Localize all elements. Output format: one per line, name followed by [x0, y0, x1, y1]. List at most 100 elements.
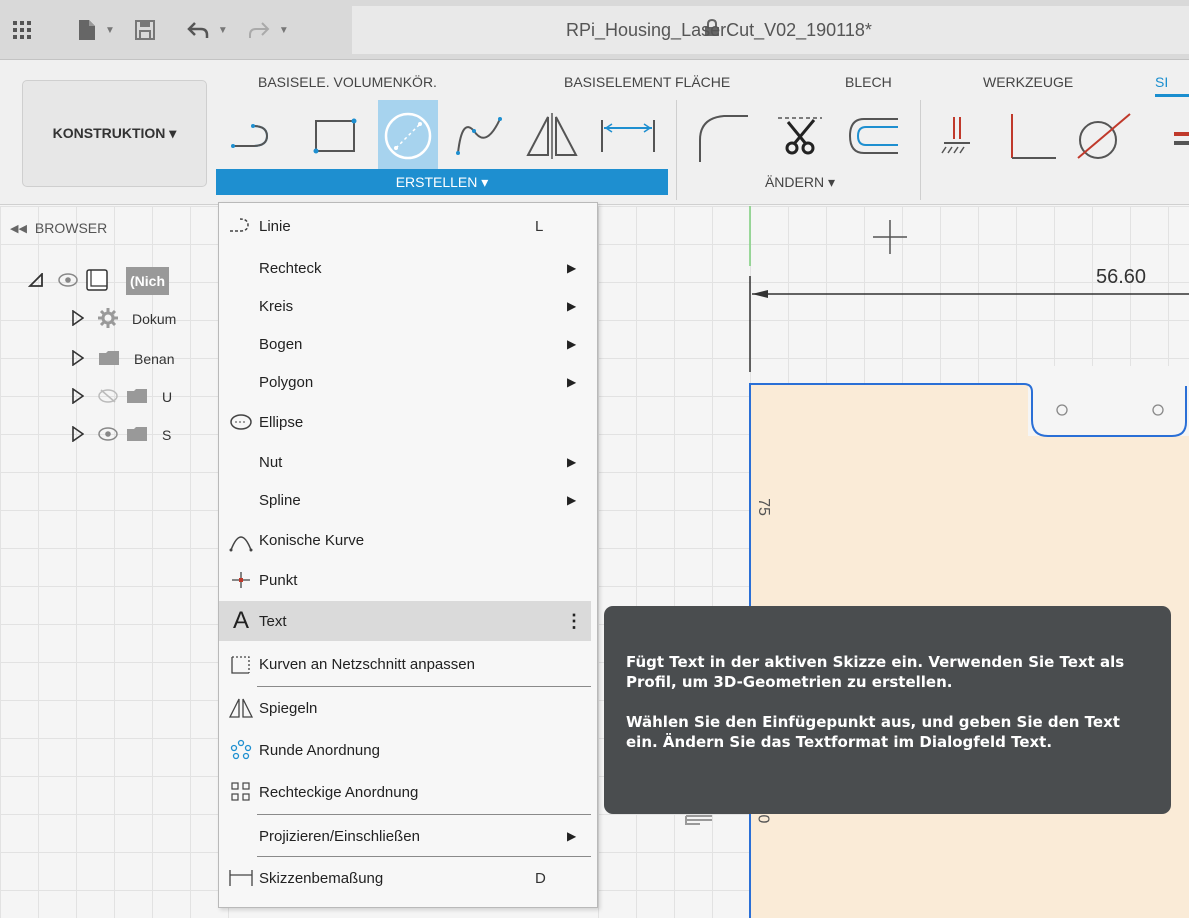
chevron-down-icon[interactable]: ▼: [105, 25, 115, 36]
undo-dropdown-icon[interactable]: ▼: [218, 25, 228, 36]
more-options-icon[interactable]: ⋮: [565, 611, 583, 632]
tab-sketch[interactable]: SI: [1155, 74, 1189, 97]
mirror-tool-icon[interactable]: [522, 100, 582, 172]
menu-separator: [257, 814, 591, 815]
submenu-arrow-icon: ▶: [567, 375, 577, 389]
menu-item-circular-pattern[interactable]: Runde Anordnung: [219, 731, 597, 769]
menu-item-conic-curve[interactable]: Konische Kurve: [219, 521, 597, 559]
mesh-fit-icon: [227, 649, 255, 679]
expand-triangle-icon[interactable]: [72, 386, 85, 407]
dimension-label-vertical[interactable]: 75: [754, 498, 772, 516]
menu-separator: [257, 686, 591, 687]
text-icon: A: [232, 607, 249, 634]
dimension-label-vertical-2[interactable]: 0: [753, 815, 771, 824]
title-bar: ▼ ▼ ▼ RPi_Housing_LaserCut_V02_190118*: [0, 0, 1189, 60]
offset-tool-icon[interactable]: [842, 100, 902, 172]
conic-curve-icon: [227, 525, 255, 555]
menu-item-rectangular-pattern[interactable]: Rechteckige Anordnung: [219, 773, 597, 811]
rectangle-tool-icon[interactable]: [306, 100, 366, 172]
collapse-icon[interactable]: ◀◀: [10, 222, 27, 235]
create-dropdown-menu: Linie L Rechteck ▶ Kreis ▶ Bogen ▶ Polyg…: [218, 202, 598, 908]
group-divider: [676, 100, 677, 200]
folder-icon: [98, 350, 120, 369]
point-icon: [227, 565, 255, 595]
modify-menu-button[interactable]: ÄNDERN ▾: [680, 169, 920, 195]
menu-item-rectangle[interactable]: Rechteck ▶: [219, 249, 597, 287]
menu-item-sketch-dimension[interactable]: Skizzenbemaßung D: [219, 859, 597, 897]
menu-item-fit-curves-to-mesh[interactable]: Kurven an Netzschnitt anpassen: [219, 645, 597, 683]
rectangular-pattern-icon: [227, 777, 255, 807]
browser-item-label: S: [162, 427, 172, 443]
menu-item-ellipse[interactable]: Ellipse: [219, 403, 597, 441]
circle-tool-icon[interactable]: [378, 100, 438, 172]
ribbon: BASISELE. VOLUMENKÖR. BASISELEMENT FLÄCH…: [0, 60, 1189, 205]
fillet-tool-icon[interactable]: [692, 100, 752, 172]
workspace-switcher-button[interactable]: KONSTRUKTION ▾: [22, 80, 207, 187]
create-menu-button[interactable]: ERSTELLEN ▾: [216, 169, 668, 195]
folder-icon: [126, 426, 148, 445]
spline-tool-icon[interactable]: [450, 100, 510, 172]
save-icon[interactable]: [134, 20, 155, 40]
quick-access-toolbar: ▼ ▼ ▼: [0, 6, 352, 54]
group-divider: [920, 100, 921, 200]
undo-icon[interactable]: [187, 20, 209, 40]
tab-surface[interactable]: BASISELEMENT FLÄCHE: [564, 74, 730, 90]
menu-item-slot[interactable]: Nut ▶: [219, 443, 597, 481]
ellipse-icon: [227, 407, 255, 437]
tab-solid[interactable]: BASISELE. VOLUMENKÖR.: [258, 74, 437, 90]
submenu-arrow-icon: ▶: [567, 493, 577, 507]
dimension-icon: [227, 863, 255, 893]
tab-tools[interactable]: WERKZEUGE: [983, 74, 1073, 90]
document-tab[interactable]: RPi_Housing_LaserCut_V02_190118*: [352, 6, 1189, 54]
document-title: RPi_Housing_LaserCut_V02_190118*: [566, 19, 872, 40]
equal-constraint-icon[interactable]: [1170, 132, 1189, 146]
line-icon: [227, 211, 255, 241]
dimension-tool-icon[interactable]: [598, 100, 658, 172]
browser-item-label: Benan: [134, 351, 175, 367]
eye-icon[interactable]: [58, 272, 78, 290]
browser-item-origin[interactable]: U: [72, 380, 172, 414]
submenu-arrow-icon: ▶: [567, 337, 577, 351]
menu-item-line[interactable]: Linie L: [219, 207, 597, 245]
browser-item-named-views[interactable]: Benan: [72, 342, 174, 376]
gear-icon: [98, 307, 118, 331]
menu-item-text[interactable]: A Text ⋮: [219, 601, 591, 641]
component-icon: [86, 268, 108, 294]
menu-item-circle[interactable]: Kreis ▶: [219, 287, 597, 325]
browser-title: BROWSER: [34, 220, 108, 236]
browser-item-sketches[interactable]: S: [72, 418, 171, 452]
circular-pattern-icon: [227, 735, 255, 765]
line-tool-icon[interactable]: [218, 100, 278, 172]
menu-item-point[interactable]: Punkt: [219, 561, 597, 599]
tangent-constraint-icon[interactable]: [1074, 100, 1134, 172]
dimension-label-horizontal[interactable]: 56.60: [1096, 266, 1146, 289]
redo-icon[interactable]: [248, 20, 270, 40]
expand-triangle-icon[interactable]: [72, 348, 85, 369]
menu-item-polygon[interactable]: Polygon ▶: [219, 363, 597, 401]
submenu-arrow-icon: ▶: [567, 829, 577, 843]
menu-item-project-include[interactable]: Projizieren/Einschließen ▶: [219, 817, 597, 855]
menu-item-spline[interactable]: Spline ▶: [219, 481, 597, 519]
file-icon[interactable]: [78, 19, 96, 41]
perpendicular-constraint-icon[interactable]: [1002, 100, 1062, 172]
menu-item-mirror[interactable]: Spiegeln: [219, 689, 597, 727]
eye-hidden-icon[interactable]: [98, 388, 118, 406]
browser-item-document-settings[interactable]: Dokum: [72, 302, 176, 336]
expand-triangle-icon[interactable]: [72, 308, 85, 329]
eye-icon[interactable]: [98, 426, 118, 444]
apps-grid-icon[interactable]: [12, 20, 32, 40]
redo-dropdown-icon[interactable]: ▼: [279, 25, 289, 36]
browser-root-item[interactable]: (Nich: [27, 264, 169, 298]
browser-item-label: Dokum: [132, 311, 177, 327]
browser-header[interactable]: ◀◀ BROWSER: [10, 208, 232, 248]
tooltip: Fügt Text in der aktiven Skizze ein. Ver…: [604, 606, 1171, 814]
tooltip-description: Fügt Text in der aktiven Skizze ein. Ver…: [626, 653, 1125, 691]
tab-sheet-metal[interactable]: BLECH: [845, 74, 892, 90]
submenu-arrow-icon: ▶: [567, 261, 577, 275]
menu-item-arc[interactable]: Bogen ▶: [219, 325, 597, 363]
menu-separator: [257, 856, 591, 857]
trim-tool-icon[interactable]: [770, 100, 830, 172]
expand-triangle-icon[interactable]: [72, 424, 85, 445]
collapse-triangle-icon[interactable]: [27, 271, 44, 290]
fix-constraint-icon[interactable]: [930, 100, 990, 172]
